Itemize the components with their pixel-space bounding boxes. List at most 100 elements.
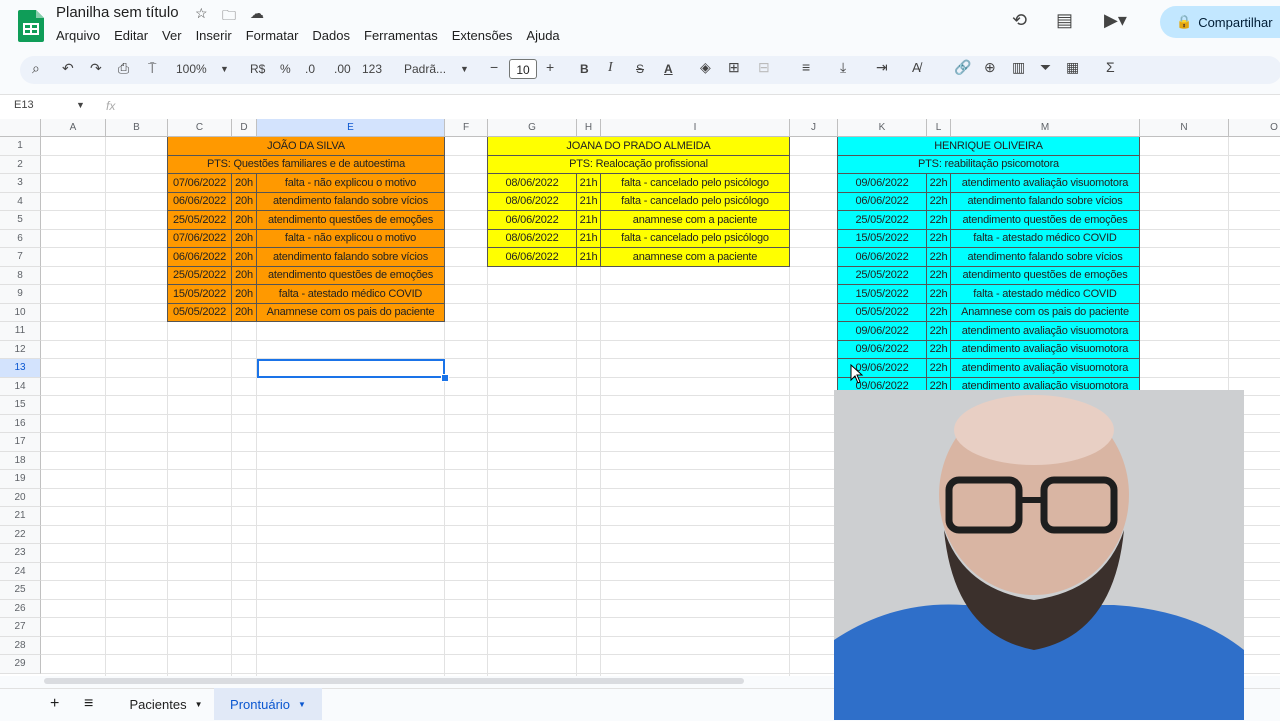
- cell[interactable]: 05/05/2022: [168, 303, 232, 322]
- cell[interactable]: atendimento questões de emoções: [257, 266, 445, 285]
- cell[interactable]: 21h: [577, 192, 601, 211]
- row-header[interactable]: 11: [0, 322, 41, 341]
- all-sheets-button[interactable]: ≡: [84, 688, 93, 720]
- cell[interactable]: 06/06/2022: [838, 192, 927, 211]
- cell[interactable]: 20h: [232, 266, 257, 285]
- row-header[interactable]: 6: [0, 229, 41, 248]
- cell[interactable]: falta - cancelado pelo psicólogo: [601, 174, 790, 193]
- cell[interactable]: 05/05/2022: [838, 303, 927, 322]
- insert-link-icon[interactable]: 🔗: [954, 59, 971, 76]
- cell[interactable]: 07/06/2022: [168, 229, 232, 248]
- column-header[interactable]: B: [106, 119, 168, 137]
- row-header[interactable]: 4: [0, 192, 41, 211]
- row-header[interactable]: 18: [0, 451, 41, 470]
- more-formats-button[interactable]: 123: [362, 62, 382, 76]
- menu-item[interactable]: Editar: [114, 28, 148, 43]
- horizontal-align-icon[interactable]: ≡: [802, 59, 810, 75]
- cell[interactable]: 20h: [232, 229, 257, 248]
- cell[interactable]: 15/05/2022: [168, 285, 232, 304]
- select-all-corner[interactable]: [0, 119, 41, 137]
- cell[interactable]: atendimento questões de emoções: [257, 211, 445, 230]
- functions-icon[interactable]: Σ: [1106, 59, 1115, 75]
- menu-item[interactable]: Ver: [162, 28, 182, 43]
- row-header[interactable]: 8: [0, 266, 41, 285]
- cell[interactable]: PTS: Questões familiares e de autoestima: [168, 155, 445, 174]
- italic-button[interactable]: I: [608, 60, 613, 76]
- cell[interactable]: 25/05/2022: [168, 211, 232, 230]
- cell[interactable]: 22h: [927, 248, 951, 267]
- cell[interactable]: atendimento falando sobre vícios: [951, 192, 1140, 211]
- cell[interactable]: 25/05/2022: [168, 266, 232, 285]
- cell[interactable]: 22h: [927, 340, 951, 359]
- insert-chart-icon[interactable]: ▥: [1012, 59, 1025, 76]
- decrease-font-size-icon[interactable]: −: [490, 59, 498, 75]
- cell[interactable]: 22h: [927, 229, 951, 248]
- cell[interactable]: atendimento avaliação visuomotora: [951, 174, 1140, 193]
- row-header[interactable]: 22: [0, 525, 41, 544]
- cell[interactable]: 20h: [232, 285, 257, 304]
- text-rotation-icon[interactable]: A̸: [912, 60, 921, 75]
- cell[interactable]: atendimento questões de emoções: [951, 266, 1140, 285]
- cell[interactable]: falta - atestado médico COVID: [951, 285, 1140, 304]
- cell[interactable]: 21h: [577, 211, 601, 230]
- menu-item[interactable]: Dados: [312, 28, 350, 43]
- column-header[interactable]: C: [168, 119, 232, 137]
- column-header[interactable]: L: [927, 119, 951, 137]
- column-header[interactable]: G: [488, 119, 577, 137]
- row-header[interactable]: 5: [0, 211, 41, 230]
- borders-icon[interactable]: ⊞: [728, 59, 740, 76]
- menu-item[interactable]: Arquivo: [56, 28, 100, 43]
- cell[interactable]: 08/06/2022: [488, 192, 577, 211]
- bold-button[interactable]: B: [580, 62, 589, 76]
- cell[interactable]: 22h: [927, 266, 951, 285]
- cell[interactable]: 08/06/2022: [488, 174, 577, 193]
- text-wrapping-icon[interactable]: ⇥: [876, 59, 888, 76]
- row-header[interactable]: 14: [0, 377, 41, 396]
- cell[interactable]: 22h: [927, 359, 951, 378]
- share-button[interactable]: 🔒 Compartilhar: [1160, 6, 1280, 38]
- cell[interactable]: atendimento avaliação visuomotora: [951, 322, 1140, 341]
- menu-item[interactable]: Ferramentas: [364, 28, 438, 43]
- cell[interactable]: atendimento falando sobre vícios: [257, 248, 445, 267]
- name-box[interactable]: E13: [14, 99, 34, 111]
- row-header[interactable]: 15: [0, 396, 41, 415]
- cell[interactable]: JOANA DO PRADO ALMEIDA: [488, 137, 790, 156]
- cell[interactable]: 09/06/2022: [838, 174, 927, 193]
- cell[interactable]: atendimento questões de emoções: [951, 211, 1140, 230]
- cell[interactable]: 15/05/2022: [838, 285, 927, 304]
- selected-cell[interactable]: [257, 359, 445, 378]
- comments-icon[interactable]: ▤: [1056, 10, 1073, 31]
- cell[interactable]: Anamnese com os pais do paciente: [257, 303, 445, 322]
- horizontal-scrollbar[interactable]: [44, 678, 744, 684]
- strikethrough-button[interactable]: S: [636, 62, 644, 76]
- column-header[interactable]: H: [577, 119, 601, 137]
- column-header[interactable]: K: [838, 119, 927, 137]
- redo-icon[interactable]: ↷: [90, 60, 102, 77]
- cell[interactable]: atendimento falando sobre vícios: [257, 192, 445, 211]
- version-history-icon[interactable]: ⟲: [1012, 10, 1027, 31]
- cell[interactable]: 22h: [927, 174, 951, 193]
- row-header[interactable]: 7: [0, 248, 41, 267]
- star-icon[interactable]: ☆: [195, 5, 208, 22]
- cell[interactable]: 20h: [232, 174, 257, 193]
- cell[interactable]: atendimento avaliação visuomotora: [951, 359, 1140, 378]
- cell[interactable]: atendimento falando sobre vícios: [951, 248, 1140, 267]
- font-chevron-down-icon[interactable]: ▼: [460, 64, 469, 74]
- cell[interactable]: falta - cancelado pelo psicólogo: [601, 192, 790, 211]
- cell[interactable]: 15/05/2022: [838, 229, 927, 248]
- cell[interactable]: 20h: [232, 303, 257, 322]
- cell[interactable]: 07/06/2022: [168, 174, 232, 193]
- row-header[interactable]: 29: [0, 655, 41, 674]
- row-header[interactable]: 27: [0, 618, 41, 637]
- cell[interactable]: 22h: [927, 211, 951, 230]
- row-header[interactable]: 13: [0, 359, 41, 378]
- cell[interactable]: 08/06/2022: [488, 229, 577, 248]
- filter-icon[interactable]: ⏷: [1040, 59, 1051, 76]
- cell[interactable]: 20h: [232, 248, 257, 267]
- row-header[interactable]: 3: [0, 174, 41, 193]
- cell[interactable]: atendimento avaliação visuomotora: [951, 340, 1140, 359]
- zoom-chevron-down-icon[interactable]: ▼: [220, 64, 229, 74]
- currency-format-button[interactable]: R$: [250, 62, 265, 76]
- column-header[interactable]: A: [41, 119, 106, 137]
- vertical-align-icon[interactable]: ⤓: [840, 59, 846, 76]
